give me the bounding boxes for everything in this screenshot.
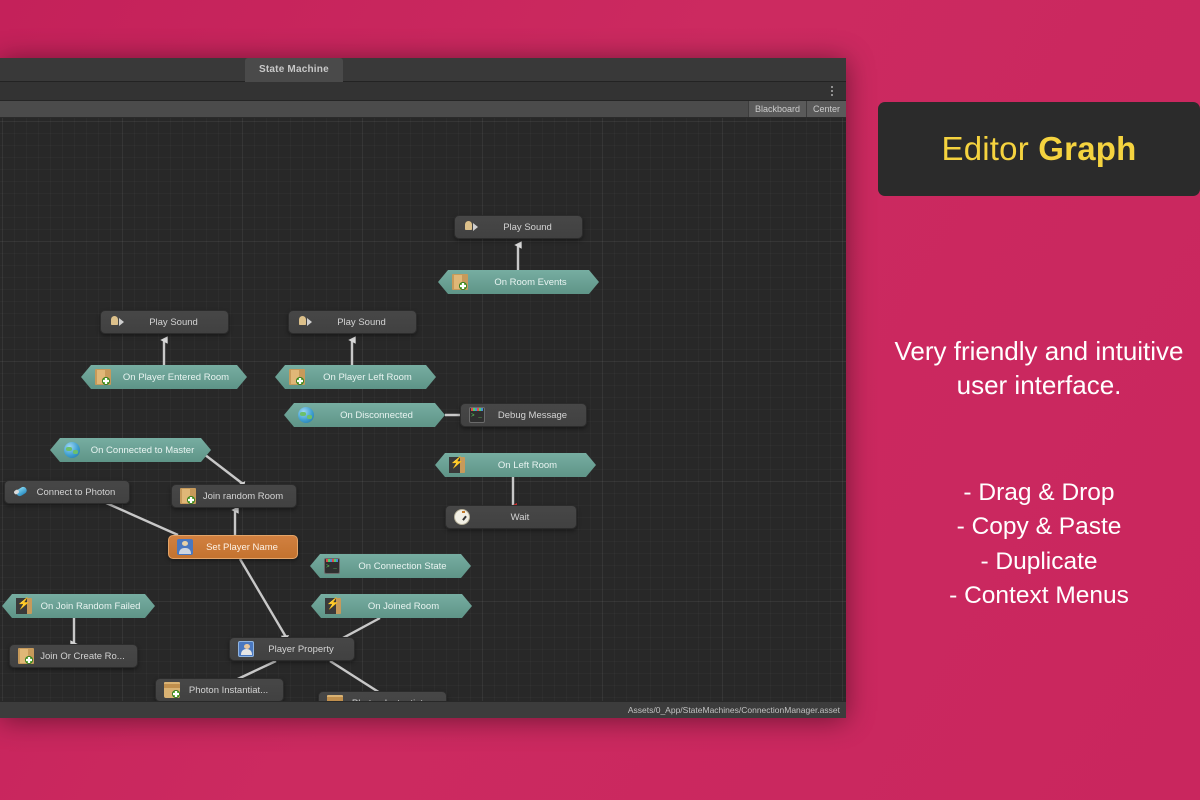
graph-node-label: On Room Events [494,276,567,288]
page-title: Editor Graph [942,130,1137,168]
graph-node-label: On Connection State [358,560,447,572]
unity-editor-window: State Machine Blackboard Center Play Sou… [0,58,846,718]
door-plus-icon [180,488,196,504]
promo-title-card: Editor Graph [878,102,1200,196]
box-plus-icon [164,682,180,698]
graph-node-join-or-create-room[interactable]: Join Or Create Ro... [9,644,138,668]
graph-node-join-random-room[interactable]: Join random Room [171,484,297,508]
editor-status-bar: Assets/0_App/StateMachines/ConnectionMan… [0,701,846,718]
kebab-menu-icon[interactable] [826,84,838,99]
bell-play-icon [109,314,125,330]
graph-node-label: On Player Left Room [323,371,412,383]
list-item: - Duplicate [980,547,1098,575]
promo-title-light: Editor [941,130,1039,167]
graph-node-play-sound-left[interactable]: Play Sound [288,310,417,334]
asset-path-label: Assets/0_App/StateMachines/ConnectionMan… [627,705,840,715]
graph-node-play-sound-room-events[interactable]: Play Sound [454,215,583,239]
promo-feature-list: - Drag & Drop - Copy & Paste - Duplicate… [884,476,1194,613]
graph-node-label: Play Sound [503,221,552,233]
door-bolt-icon [449,457,465,473]
graph-node-label: Play Sound [337,316,386,328]
graph-node-connect-to-photon[interactable]: Connect to Photon [4,480,130,504]
slide-root: State Machine Blackboard Center Play Sou… [0,0,1200,800]
door-plus-icon [95,369,111,385]
graph-node-on-disconnected[interactable]: On Disconnected [284,403,445,427]
globe-icon [298,407,314,423]
door-bolt-icon [325,598,341,614]
graph-node-on-left-room[interactable]: On Left Room [435,453,596,477]
graph-node-label: Connect to Photon [36,486,116,498]
editor-tabstrip: State Machine [0,58,846,82]
person-gear-icon [177,539,193,555]
globe-icon [64,442,80,458]
console-icon [324,558,340,574]
plug-icon [13,484,29,500]
graph-node-label: Play Sound [149,316,198,328]
graph-node-on-player-entered-room[interactable]: On Player Entered Room [81,365,247,389]
graph-node-label: On Left Room [497,459,558,471]
graph-node-player-property[interactable]: Player Property [229,637,355,661]
graph-node-set-player-name[interactable]: Set Player Name [168,535,298,559]
promo-panel: Editor Graph Very friendly and intuitive… [878,0,1200,800]
graph-node-label: On Join Random Failed [40,600,141,612]
portrait-icon [238,641,254,657]
graph-node-on-join-random-failed[interactable]: On Join Random Failed [2,594,155,618]
promo-subtitle: Very friendly and intuitive user interfa… [894,336,1184,401]
editor-menubar [0,82,846,101]
graph-node-debug-message[interactable]: Debug Message [460,403,587,427]
graph-canvas[interactable]: Play Sound On Room Events Play Sound Play S… [0,118,846,701]
stopwatch-icon [454,509,470,525]
graph-node-label: On Disconnected [340,409,413,421]
door-plus-icon [289,369,305,385]
bell-play-icon [297,314,313,330]
graph-node-label: Debug Message [497,409,568,421]
door-plus-icon [18,648,34,664]
graph-node-label: On Player Entered Room [122,371,230,383]
graph-node-label: On Joined Room [367,600,440,612]
tab-state-machine[interactable]: State Machine [245,58,343,82]
graph-node-on-connected-to-master[interactable]: On Connected to Master [50,438,211,462]
list-item: - Drag & Drop [963,479,1115,506]
graph-node-on-room-events[interactable]: On Room Events [438,270,599,294]
list-item: - Context Menus [949,581,1129,609]
graph-node-on-connection-state[interactable]: On Connection State [310,554,471,578]
list-item: - Copy & Paste [956,513,1122,541]
graph-node-photon-instantiate-1[interactable]: Photon Instantiat... [155,678,284,701]
door-bolt-icon [16,598,32,614]
graph-node-label: Wait [510,511,530,523]
graph-node-on-player-left-room[interactable]: On Player Left Room [275,365,436,389]
promo-title-bold: Graph [1038,130,1137,167]
blackboard-button[interactable]: Blackboard [747,101,806,117]
graph-node-wait[interactable]: Wait [445,505,577,529]
graph-toolbar: Blackboard Center [0,101,846,118]
graph-node-label: On Connected to Master [90,444,195,456]
graph-node-on-joined-room[interactable]: On Joined Room [311,594,472,618]
graph-node-label: Join Or Create Ro... [40,650,125,662]
center-button[interactable]: Center [805,101,846,117]
console-icon [469,407,485,423]
graph-node-label: Join random Room [202,490,284,502]
graph-node-play-sound-entered[interactable]: Play Sound [100,310,229,334]
graph-node-label: Player Property [268,643,334,655]
graph-node-label: Photon Instantiat... [188,684,269,696]
bell-play-icon [463,219,479,235]
door-plus-icon [452,274,468,290]
graph-node-label: Set Player Name [206,541,278,553]
graph-node-photon-instantiate-2[interactable]: Photon Instantiat... [318,691,447,701]
